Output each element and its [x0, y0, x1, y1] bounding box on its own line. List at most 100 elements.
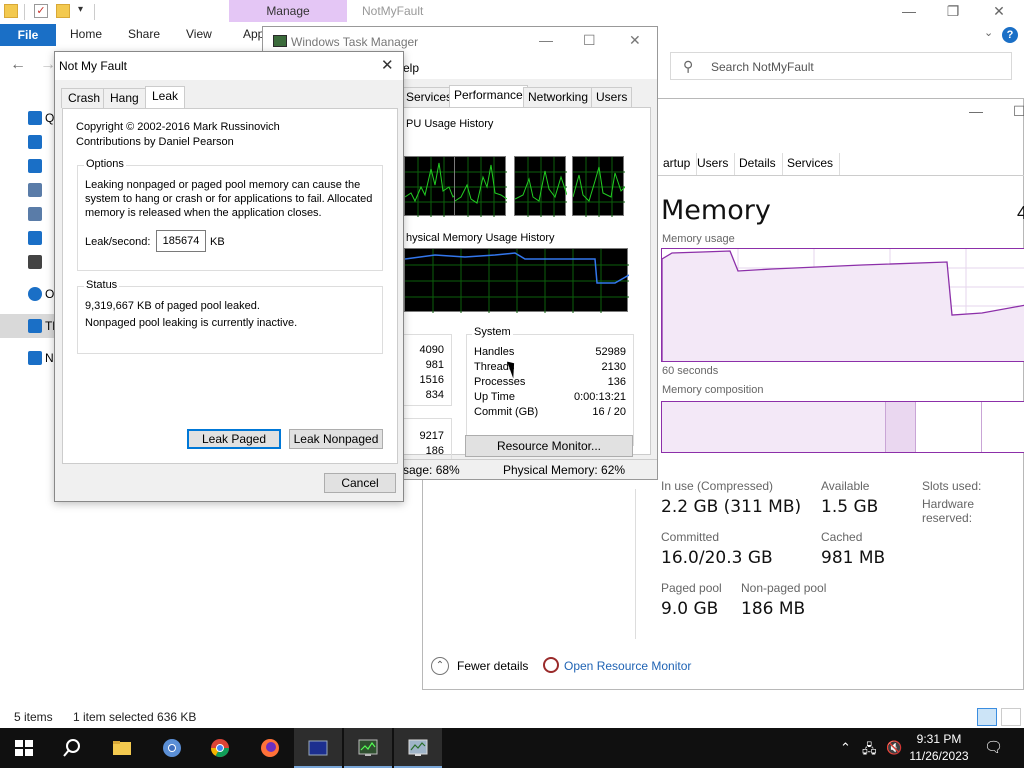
nav-item[interactable] — [0, 250, 60, 274]
nav-item[interactable] — [0, 178, 60, 202]
pictures-icon — [28, 207, 42, 221]
clock-date[interactable]: 11/26/2023 — [900, 749, 978, 763]
details-view-icon[interactable] — [977, 708, 997, 726]
divider — [24, 4, 25, 20]
cpu-graph — [454, 156, 508, 217]
nav-item[interactable]: N — [0, 346, 60, 370]
taskbar-notmyfault[interactable] — [294, 728, 342, 768]
desktop-icon — [28, 135, 42, 149]
tab-networking[interactable]: Networking — [523, 87, 594, 107]
download-icon — [28, 159, 42, 173]
tab-file[interactable]: File — [0, 24, 56, 46]
leak-nonpaged-button[interactable]: Leak Nonpaged — [289, 429, 383, 449]
tab-users[interactable]: Users — [691, 153, 736, 175]
status-group: Status 9,319,667 KB of paged pool leaked… — [77, 279, 383, 354]
tab-share[interactable]: Share — [128, 27, 160, 41]
item-count: 5 items — [14, 710, 53, 724]
folder-icon — [113, 741, 131, 755]
memory-usage-chart — [662, 249, 1024, 361]
taskbar-chrome[interactable] — [196, 728, 244, 768]
memory-history-graph — [404, 248, 630, 313]
leak-unit: KB — [210, 236, 225, 248]
large-icons-view-icon[interactable] — [1001, 708, 1021, 726]
taskbar-task-manager[interactable] — [394, 728, 442, 768]
taskbar-file-explorer[interactable] — [98, 728, 146, 768]
taskbar-chromium[interactable] — [148, 728, 196, 768]
taskbar: ⌃ 🖧 🔇 9:31 PM 11/26/2023 🗨 — [0, 728, 1024, 768]
chevron-up-icon[interactable]: ⌃ — [840, 740, 851, 756]
leak-per-second-input[interactable]: 185674 — [156, 230, 206, 252]
new-folder-icon[interactable] — [56, 4, 70, 18]
close-icon[interactable]: ✕ — [976, 0, 1022, 24]
memory-total: 4 — [1017, 203, 1024, 223]
nav-item[interactable]: Th — [0, 314, 60, 338]
minimize-icon[interactable]: — — [969, 103, 983, 119]
nav-item[interactable]: Q — [0, 106, 60, 130]
standby-segment — [916, 402, 982, 452]
tab-home[interactable]: Home — [70, 27, 102, 41]
tab-performance[interactable]: Performance — [449, 85, 528, 109]
tab-services[interactable]: Services — [781, 153, 841, 175]
restore-icon[interactable]: ❐ — [930, 0, 976, 24]
leak-per-second-label: Leak/second: — [85, 236, 151, 248]
nav-item[interactable] — [0, 226, 60, 250]
system-stat-value: 136 — [607, 376, 626, 388]
clock-time[interactable]: 9:31 PM — [900, 732, 978, 746]
properties-icon[interactable]: ✓ — [34, 4, 48, 18]
network-icon[interactable]: 🖧 — [862, 740, 877, 762]
fewer-details-button[interactable]: Fewer details — [457, 659, 528, 673]
system-stat-name: Up Time — [474, 391, 515, 403]
tab-manage[interactable]: Manage — [229, 0, 347, 22]
cached-value: 981 MB — [821, 548, 886, 568]
in-use-value: 2.2 GB (311 MB) — [661, 497, 802, 517]
nav-item[interactable]: O — [0, 282, 60, 306]
cancel-button[interactable]: Cancel — [324, 473, 396, 493]
tab-crash[interactable]: Crash — [61, 88, 108, 108]
notification-icon[interactable]: 🗨 — [984, 738, 1003, 756]
open-resource-monitor-link[interactable]: Open Resource Monitor — [564, 659, 691, 673]
tab-users[interactable]: Users — [591, 87, 633, 107]
tab-hang[interactable]: Hang — [103, 88, 146, 108]
tab-leak[interactable]: Leak — [145, 86, 186, 110]
back-arrow-icon[interactable]: ← — [10, 56, 26, 74]
chevron-up-icon[interactable]: ⌃ — [431, 657, 449, 675]
system-stat-value: 52989 — [595, 346, 626, 358]
resource-monitor-button[interactable]: Resource Monitor... — [465, 435, 633, 457]
nav-item[interactable] — [0, 130, 60, 154]
tab-details[interactable]: Details — [733, 153, 783, 175]
chrome-icon — [211, 739, 229, 758]
available-value: 1516 — [419, 374, 444, 386]
divider — [635, 175, 1024, 176]
taskbar-firefox[interactable] — [246, 728, 294, 768]
nav-item[interactable] — [0, 154, 60, 178]
not-my-fault-dialog: Not My Fault ✕ Crash Hang Leak Copyright… — [54, 51, 404, 502]
search-button[interactable] — [48, 728, 96, 768]
maximize-icon[interactable]: ☐ — [583, 32, 596, 49]
help-icon[interactable]: ? — [1002, 27, 1018, 43]
close-icon[interactable]: ✕ — [629, 32, 641, 49]
folder-icon — [4, 4, 18, 18]
minimize-icon[interactable]: — — [539, 32, 553, 48]
maximize-icon[interactable]: ☐ — [1013, 103, 1024, 120]
leak-paged-button[interactable]: Leak Paged — [187, 429, 281, 449]
close-icon[interactable]: ✕ — [381, 56, 394, 74]
resource-monitor-icon[interactable] — [543, 657, 559, 673]
taskbar-task-manager-classic[interactable] — [344, 728, 392, 768]
memory-composition-label: Memory composition — [662, 384, 764, 396]
divider — [94, 4, 95, 20]
start-button[interactable] — [0, 728, 48, 768]
in-use-label: In use (Compressed) — [661, 479, 774, 493]
performance-page: PU Usage History hysical Memory Usage Hi… — [401, 107, 651, 460]
star-icon — [28, 111, 42, 125]
quick-access-dropdown-icon[interactable]: ▾ — [78, 4, 83, 15]
hardware-reserved-label: Hardware reserved: — [922, 497, 975, 525]
tab-view[interactable]: View — [186, 27, 212, 41]
menu-help[interactable]: elp — [403, 61, 419, 75]
video-icon — [28, 255, 42, 269]
chevron-down-icon[interactable]: ⌄ — [984, 26, 993, 39]
nav-item[interactable] — [0, 202, 60, 226]
minimize-icon[interactable]: — — [886, 0, 932, 24]
status-bar: sage: 68% Physical Memory: 62% — [401, 459, 657, 479]
search-input[interactable]: ⚲ Search NotMyFault — [670, 52, 1012, 80]
search-placeholder: Search NotMyFault — [711, 60, 814, 74]
